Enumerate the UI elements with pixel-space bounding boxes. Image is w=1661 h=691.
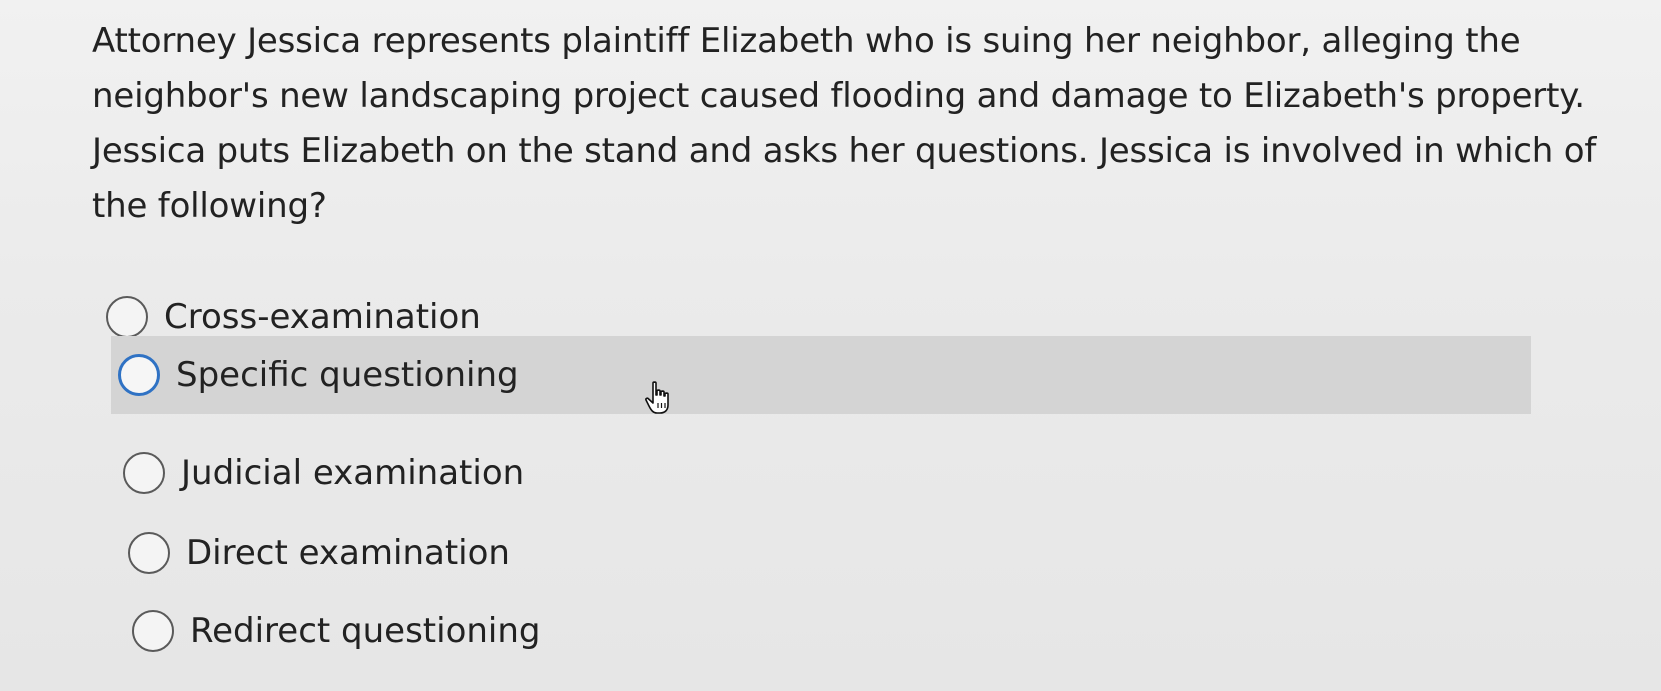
option-label: Specific questioning: [176, 355, 519, 395]
option-label: Direct examination: [186, 533, 510, 573]
radio-button-icon[interactable]: [128, 532, 170, 574]
question-text: Attorney Jessica represents plaintiff El…: [92, 21, 1597, 226]
radio-button-icon[interactable]: [132, 610, 174, 652]
option-specific-questioning[interactable]: Specific questioning: [111, 336, 1531, 414]
option-label: Redirect questioning: [190, 611, 541, 651]
radio-button-icon[interactable]: [118, 354, 160, 396]
option-direct-examination[interactable]: Direct examination: [128, 514, 1128, 592]
radio-button-icon[interactable]: [106, 296, 148, 338]
option-redirect-questioning[interactable]: Redirect questioning: [132, 592, 1132, 670]
option-label: Judicial examination: [181, 453, 525, 493]
quiz-page: Attorney Jessica represents plaintiff El…: [0, 0, 1661, 691]
hand-pointer-cursor-icon: [645, 381, 669, 414]
option-label: Cross-examination: [164, 297, 481, 337]
radio-button-icon[interactable]: [123, 452, 165, 494]
option-judicial-examination[interactable]: Judicial examination: [123, 434, 1123, 512]
